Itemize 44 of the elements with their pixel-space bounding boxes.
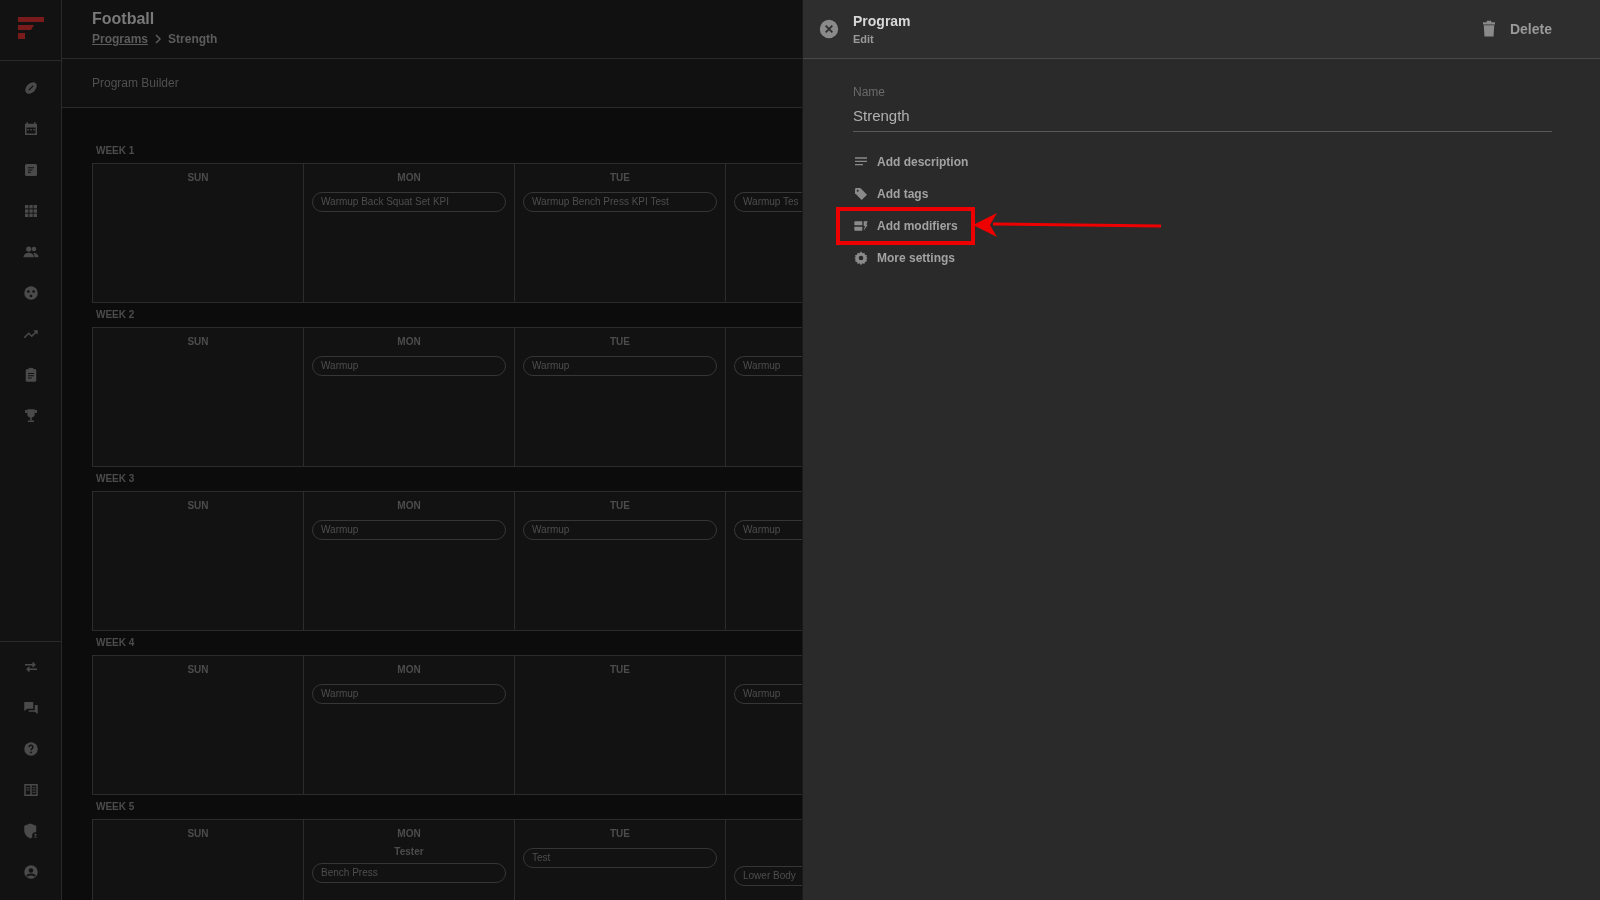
close-icon bbox=[819, 19, 839, 39]
day-label: MON bbox=[397, 664, 421, 677]
day-label: SUN bbox=[187, 336, 209, 349]
chevron-icon bbox=[154, 34, 163, 44]
day-label: TUE bbox=[610, 172, 630, 185]
week-label: WEEK 1 bbox=[95, 144, 136, 158]
week-label: WEEK 3 bbox=[95, 472, 136, 486]
page-title: Football bbox=[92, 10, 156, 28]
day-label: TUE bbox=[610, 664, 630, 677]
breadcrumb-link[interactable]: Programs bbox=[92, 32, 149, 46]
day-title: Tester bbox=[394, 846, 424, 857]
name-field[interactable]: Strength bbox=[853, 101, 1552, 132]
day-label: TUE bbox=[610, 500, 630, 513]
day-label: TUE bbox=[610, 336, 630, 349]
day-label: TUE bbox=[610, 828, 630, 841]
day-label: MON bbox=[397, 172, 421, 185]
account-icon[interactable] bbox=[21, 862, 40, 881]
settings-icon bbox=[853, 250, 869, 266]
day-label: SUN bbox=[187, 500, 209, 513]
day-label: SUN bbox=[187, 828, 209, 841]
field-label: Name bbox=[853, 85, 886, 99]
action-button[interactable]: Add tags bbox=[853, 178, 929, 210]
action-button[interactable]: Add modifiers bbox=[839, 210, 972, 242]
day-label: SUN bbox=[187, 664, 209, 677]
tag-icon bbox=[853, 186, 869, 202]
day-label: SUN bbox=[187, 172, 209, 185]
action-button[interactable]: Add description bbox=[853, 146, 969, 178]
panel-subtitle: Edit bbox=[853, 33, 875, 45]
panel-title: Program bbox=[853, 13, 912, 29]
shield-user-icon[interactable] bbox=[21, 821, 40, 840]
day-label: MON bbox=[397, 828, 421, 841]
delete-button[interactable]: Delete bbox=[1479, 20, 1552, 38]
week-label: WEEK 5 bbox=[95, 800, 136, 814]
action-button[interactable]: More settings bbox=[853, 242, 955, 274]
section-title: Program Builder bbox=[92, 76, 179, 90]
day-label: MON bbox=[397, 500, 421, 513]
day-label: MON bbox=[397, 336, 421, 349]
week-label: WEEK 4 bbox=[95, 636, 136, 650]
help-icon[interactable] bbox=[21, 739, 40, 758]
close-button[interactable] bbox=[819, 19, 839, 39]
breadcrumb-current: Strength bbox=[168, 32, 218, 46]
modifiers-icon bbox=[853, 218, 869, 234]
ball-icon[interactable] bbox=[21, 283, 40, 302]
week-label: WEEK 2 bbox=[95, 308, 136, 322]
